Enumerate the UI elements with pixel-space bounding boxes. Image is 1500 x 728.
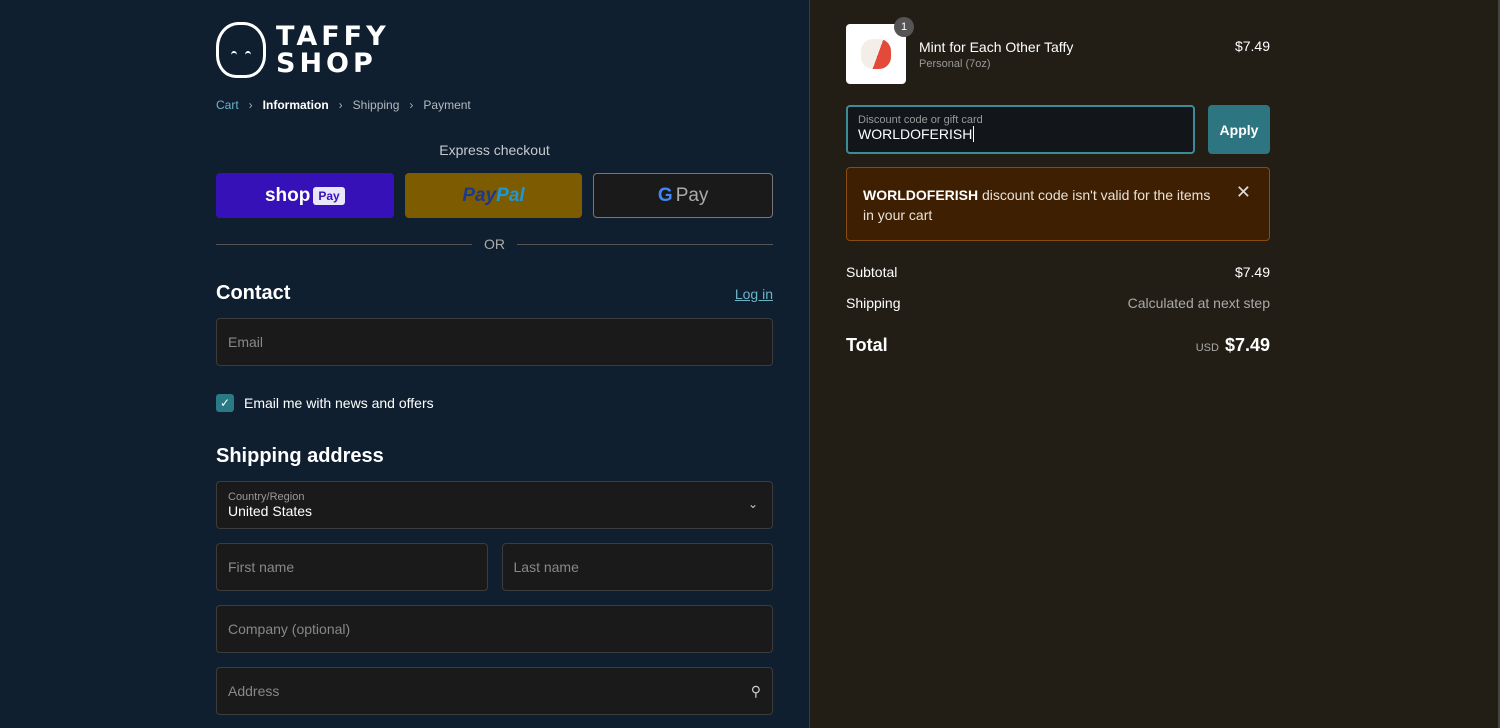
or-divider: OR xyxy=(216,236,773,252)
close-icon[interactable]: ✕ xyxy=(1236,182,1251,202)
contact-heading: Contact xyxy=(216,282,291,304)
paypal-label-2: Pal xyxy=(496,184,525,206)
product-variant: Personal (7oz) xyxy=(919,57,991,70)
apply-button[interactable]: Apply xyxy=(1208,105,1270,154)
shipping-value: Calculated at next step xyxy=(1127,295,1270,311)
subtotal-row: Subtotal $7.49 xyxy=(846,264,1270,280)
discount-error-banner: WORLDOFERISH discount code isn't valid f… xyxy=(846,167,1270,241)
quantity-badge: 1 xyxy=(894,17,914,37)
first-name-field[interactable]: First name xyxy=(216,543,488,591)
breadcrumb-shipping: Shipping xyxy=(352,98,400,112)
total-row: Total USD $7.49 xyxy=(846,335,1270,356)
or-label: OR xyxy=(484,236,505,252)
shop-label: shop xyxy=(264,184,311,206)
shipping-label: Shipping xyxy=(846,295,901,311)
chevron-right-icon: › xyxy=(409,98,414,112)
company-placeholder: Company (optional) xyxy=(228,621,351,637)
discount-value: WORLDOFERISH xyxy=(858,126,975,142)
checkbox-checked-icon[interactable]: ✓ xyxy=(216,394,234,412)
last-name-placeholder: Last name xyxy=(513,559,579,575)
product-price: $7.49 xyxy=(1234,38,1270,54)
shop-pay-label: Pay xyxy=(313,186,345,205)
total-label: Total xyxy=(846,335,888,355)
paypal-button[interactable]: Pay Pal xyxy=(404,173,583,218)
error-code: WORLDOFERISH xyxy=(863,187,979,203)
logo-text-1: TAFFY xyxy=(276,21,390,52)
search-icon: ⚲ xyxy=(750,682,761,699)
last-name-field[interactable]: Last name xyxy=(501,543,773,591)
discount-label: Discount code or gift card xyxy=(858,114,983,126)
checkout-form-panel: TAFFY SHOP Cart › Information › Shipping › P… xyxy=(0,0,810,728)
subtotal-label: Subtotal xyxy=(846,264,898,280)
logo-text-2: SHOP xyxy=(276,48,377,79)
google-pay-button[interactable]: G Pay xyxy=(593,173,774,218)
gpay-label: Pay xyxy=(675,184,709,206)
chevron-right-icon: › xyxy=(338,98,343,112)
chevron-down-icon: ⌄ xyxy=(747,497,758,511)
first-name-placeholder: First name xyxy=(228,559,295,575)
newsletter-label: Email me with news and offers xyxy=(244,395,434,411)
address-placeholder: Address xyxy=(228,683,280,699)
newsletter-checkbox-row[interactable]: ✓ Email me with news and offers xyxy=(216,394,773,412)
product-image: 1 xyxy=(846,17,914,84)
logo-face-icon xyxy=(216,22,266,78)
order-summary-panel: 1 Mint for Each Other Taffy Personal (7oz… xyxy=(810,0,1500,728)
paypal-label-1: Pay xyxy=(462,184,497,206)
express-checkout-title: Express checkout xyxy=(439,142,550,158)
login-link[interactable]: Log in xyxy=(735,286,773,302)
cart-item: 1 Mint for Each Other Taffy Personal (7oz… xyxy=(846,17,1270,84)
google-g-icon: G xyxy=(657,184,673,206)
country-value: United States xyxy=(228,503,313,519)
product-name: Mint for Each Other Taffy xyxy=(919,38,1074,55)
breadcrumb-payment: Payment xyxy=(423,98,471,112)
subtotal-value: $7.49 xyxy=(1234,264,1270,280)
email-field[interactable]: Email xyxy=(216,318,773,366)
breadcrumb-cart[interactable]: Cart xyxy=(216,98,239,112)
chevron-right-icon: › xyxy=(248,98,253,112)
address-field[interactable]: Address ⚲ xyxy=(216,667,773,715)
discount-code-input[interactable]: Discount code or gift card WORLDOFERISH xyxy=(846,105,1195,154)
total-value: $7.49 xyxy=(1224,335,1270,355)
country-label: Country/Region xyxy=(228,491,305,503)
currency: USD xyxy=(1195,342,1219,354)
taffy-shop-logo[interactable]: TAFFY SHOP xyxy=(216,22,773,78)
email-placeholder: Email xyxy=(228,334,264,350)
shipping-row: Shipping Calculated at next step xyxy=(846,295,1270,311)
company-field[interactable]: Company (optional) xyxy=(216,605,773,653)
breadcrumb-information: Information xyxy=(262,98,329,112)
shipping-address-heading: Shipping address xyxy=(216,445,384,467)
breadcrumb: Cart › Information › Shipping › Payment xyxy=(216,98,773,112)
country-select[interactable]: Country/Region United States ⌄ xyxy=(216,481,773,529)
shop-pay-button[interactable]: shop Pay xyxy=(216,173,394,218)
